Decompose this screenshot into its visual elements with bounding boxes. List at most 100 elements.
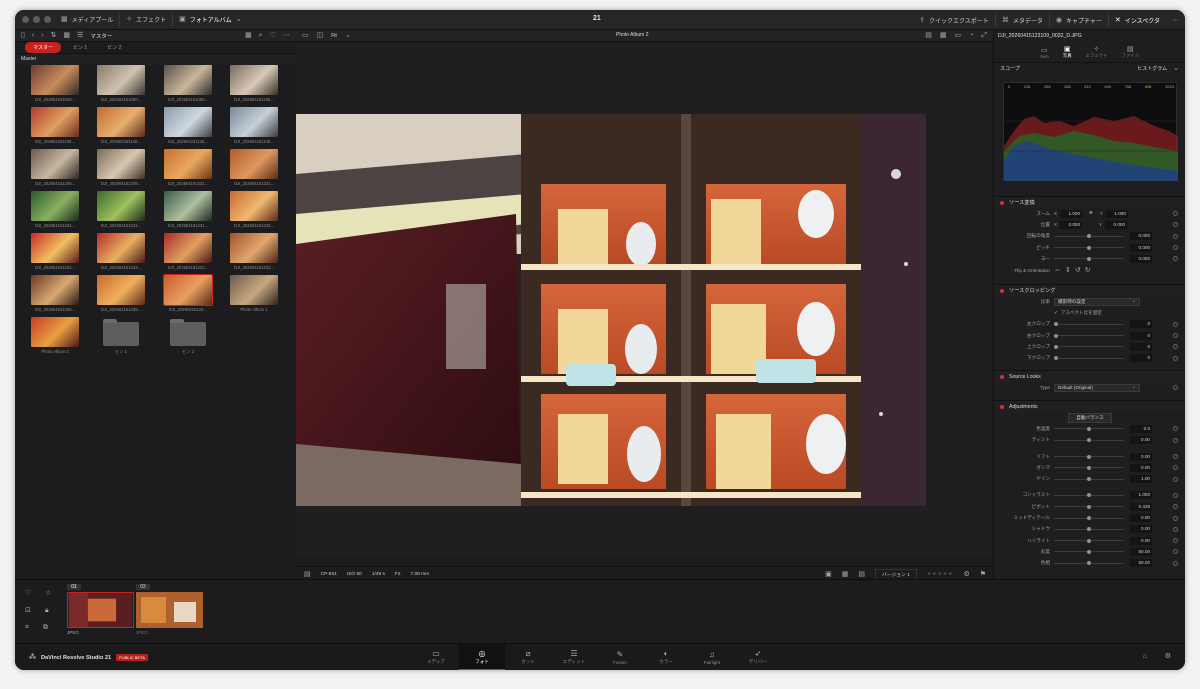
fit-dropdown[interactable]: Fit <box>331 33 337 39</box>
adjustment-value-field[interactable]: 0.435 <box>1130 502 1152 511</box>
image-icon[interactable]: ▦ <box>842 571 849 578</box>
album-thumbnail[interactable] <box>31 317 79 347</box>
media-thumbnail[interactable] <box>31 65 79 95</box>
page-photo[interactable]: ◎ フォト <box>459 644 505 670</box>
thumbnail-size-icon[interactable]: ▦ <box>245 32 252 39</box>
flag-icon[interactable]: ⚑ <box>980 571 986 578</box>
media-thumbnail[interactable] <box>31 191 79 221</box>
heart-icon[interactable]: ♡ <box>25 590 31 597</box>
settings-icon[interactable]: ⚙ <box>1165 653 1171 660</box>
crop-left-field[interactable]: 0 <box>1130 320 1152 329</box>
home-icon[interactable]: ⌂ <box>1143 653 1147 660</box>
adjustment-slider[interactable] <box>1054 438 1124 443</box>
guides-icon[interactable]: ▭ <box>955 32 962 39</box>
reset-icon[interactable] <box>1173 515 1178 521</box>
adjustment-value-field[interactable]: 0.00 <box>1130 525 1152 534</box>
reset-icon[interactable] <box>1173 233 1178 239</box>
enabled-dot[interactable] <box>1000 200 1004 205</box>
minimize-button[interactable] <box>33 16 40 23</box>
page-edit[interactable]: ☰ エディット <box>551 644 597 670</box>
crop-top-field[interactable]: 0 <box>1130 342 1152 351</box>
page-fusion[interactable]: ✎ Fusion <box>597 644 643 670</box>
media-thumbnail[interactable] <box>31 107 79 137</box>
metadata-button[interactable]: ⌘ メタデータ <box>996 10 1049 30</box>
crop-left-slider[interactable] <box>1054 322 1124 327</box>
reset-icon[interactable] <box>1173 492 1178 498</box>
crop-bottom-slider[interactable] <box>1054 356 1124 361</box>
reset-icon[interactable] <box>1173 454 1178 460</box>
media-thumbnail[interactable] <box>164 233 212 263</box>
adjustment-slider[interactable] <box>1054 561 1124 566</box>
raw-icon[interactable]: ▣ <box>825 571 832 578</box>
reset-icon[interactable] <box>1173 385 1178 391</box>
reset-icon[interactable] <box>1173 355 1178 361</box>
reset-icon[interactable] <box>1173 426 1178 432</box>
reset-icon[interactable] <box>1173 465 1178 471</box>
reset-icon[interactable] <box>1173 256 1178 262</box>
adjustment-slider[interactable] <box>1054 493 1124 498</box>
viewer-layout-icon[interactable]: ▭ <box>302 32 309 39</box>
reset-icon[interactable] <box>1173 321 1178 327</box>
media-thumbnail[interactable] <box>164 149 212 179</box>
reset-icon[interactable] <box>1173 549 1178 555</box>
media-thumbnail[interactable] <box>31 149 79 179</box>
yaw-field[interactable]: 0.000 <box>1130 254 1152 263</box>
media-thumbnail[interactable] <box>97 149 145 179</box>
rotate-right-icon[interactable]: ↻ <box>1085 267 1091 274</box>
adjustment-slider[interactable] <box>1054 465 1124 470</box>
effects-button[interactable]: ✧ エフェクト <box>120 10 172 30</box>
close-button[interactable] <box>22 16 29 23</box>
enabled-dot[interactable] <box>1000 404 1004 409</box>
rotate-slider[interactable] <box>1054 234 1124 239</box>
tab-bin-2[interactable]: ビン 2 <box>99 42 129 53</box>
adjustment-slider[interactable] <box>1054 454 1124 459</box>
checkbox-checked-icon[interactable]: ✓ <box>1054 310 1058 316</box>
adjustment-value-field[interactable]: 0.00 <box>1130 463 1152 472</box>
adjustment-slider[interactable] <box>1054 538 1124 543</box>
flip-horizontal-icon[interactable]: ⇔ <box>1054 267 1061 274</box>
tab-file[interactable]: ▤ ファイル <box>1122 46 1140 59</box>
reset-icon[interactable] <box>1173 211 1178 217</box>
section-header[interactable]: Source Looks <box>994 370 1185 382</box>
media-thumbnail[interactable] <box>230 149 278 179</box>
ratio-dropdown[interactable]: 撮影時の設定 <box>1054 297 1140 306</box>
adjustment-slider[interactable] <box>1054 426 1124 431</box>
reset-icon[interactable] <box>1173 526 1178 532</box>
link-icon[interactable]: ⚭ <box>1088 210 1094 217</box>
page-cut[interactable]: ⧄ カット <box>505 644 551 670</box>
forward-icon[interactable]: › <box>41 32 43 39</box>
media-pool-button[interactable]: ▦ メディアプール <box>55 10 119 30</box>
pitch-field[interactable]: 0.000 <box>1130 243 1152 252</box>
page-fairlight[interactable]: ♫ Fairlight <box>689 644 735 670</box>
back-icon[interactable]: ‹ <box>32 32 34 39</box>
media-thumbnail[interactable] <box>97 65 145 95</box>
reset-icon[interactable] <box>1173 476 1178 482</box>
adjustment-value-field[interactable]: 0.00 <box>1130 536 1152 545</box>
section-header[interactable]: ソース変換 <box>994 196 1185 208</box>
adjustment-value-field[interactable]: 1.00 <box>1130 475 1152 484</box>
lock-icon[interactable]: 🔒︎ <box>45 607 49 614</box>
options-icon[interactable]: ⋯ <box>283 32 290 39</box>
adjustment-value-field[interactable]: 50.00 <box>1130 559 1152 568</box>
media-thumbnail[interactable] <box>230 107 278 137</box>
reset-icon[interactable] <box>1173 504 1178 510</box>
heart-icon[interactable]: ♡ <box>270 32 276 39</box>
view-mode-icon[interactable]: ▤ <box>925 32 932 39</box>
sidebar-toggle-icon[interactable]: ▯ <box>21 32 25 39</box>
crop-right-slider[interactable] <box>1054 333 1124 338</box>
star-icon[interactable]: ☆ <box>45 590 51 597</box>
reset-icon[interactable] <box>1173 333 1178 339</box>
adjustment-slider[interactable] <box>1054 504 1124 509</box>
media-thumbnail[interactable] <box>230 191 278 221</box>
photo-album-button[interactable]: ▣ フォトアルバム ⌄ <box>173 10 247 30</box>
capture-button[interactable]: ◉ キャプチャー <box>1050 10 1108 30</box>
section-header[interactable]: Adjustments <box>994 400 1185 412</box>
crop-bottom-field[interactable]: 0 <box>1130 354 1152 363</box>
reset-icon[interactable] <box>1173 344 1178 350</box>
grid-view-icon[interactable]: ▦ <box>63 32 70 39</box>
settings-icon[interactable]: ⚙ <box>963 571 969 578</box>
reset-icon[interactable] <box>1173 222 1178 228</box>
media-thumbnail[interactable] <box>31 275 79 305</box>
media-thumbnail[interactable] <box>164 65 212 95</box>
media-thumbnail[interactable] <box>97 233 145 263</box>
